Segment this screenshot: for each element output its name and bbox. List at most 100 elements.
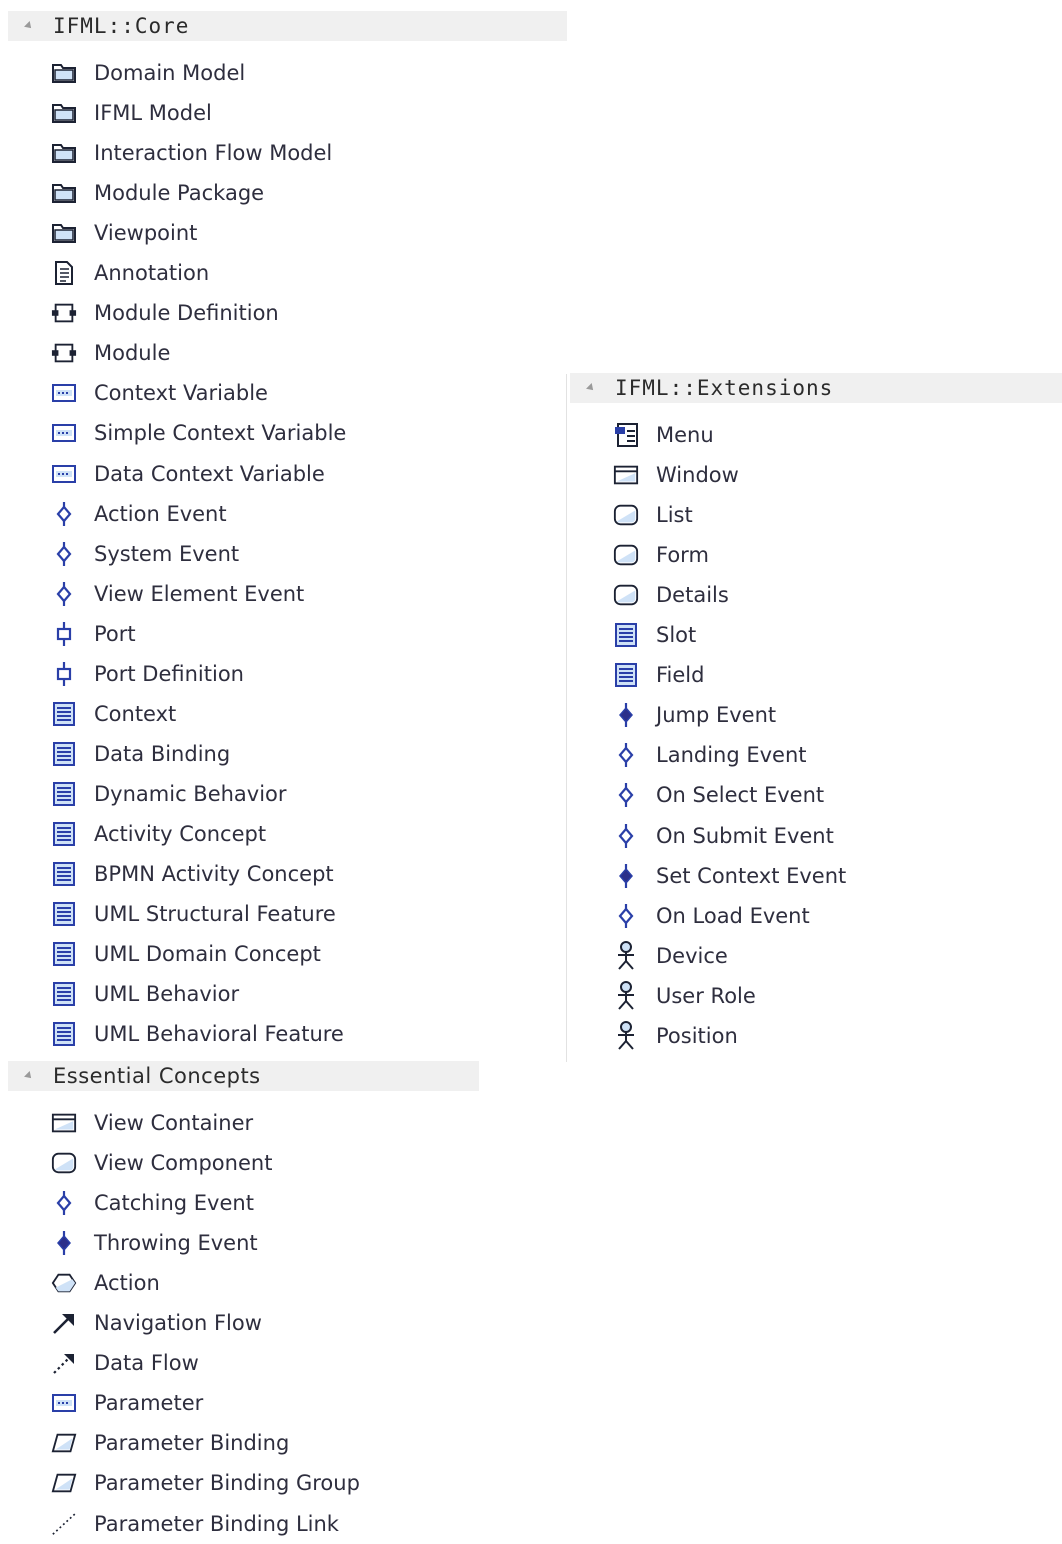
toolbox-item-label: Viewpoint bbox=[94, 221, 198, 246]
toolbox-item-module-definition[interactable]: Module Definition bbox=[0, 293, 279, 333]
toolbox-item-data-flow[interactable]: Data Flow bbox=[0, 1343, 199, 1383]
toolbox-item-list[interactable]: List bbox=[562, 495, 693, 535]
action-icon bbox=[51, 1270, 77, 1296]
component-icon bbox=[51, 300, 77, 326]
toolbox-item-label: Port Definition bbox=[94, 661, 244, 686]
toolbox-item-label: User Role bbox=[656, 983, 756, 1008]
toolbox-item-label: Port bbox=[94, 621, 136, 646]
window-icon bbox=[51, 1110, 77, 1136]
toolbox-item-label: IFML Model bbox=[94, 101, 212, 126]
toolbox-item-label: Module Definition bbox=[94, 301, 279, 326]
toolbox-item-context[interactable]: Context bbox=[0, 694, 176, 734]
toolbox-item-label: Parameter Binding Link bbox=[94, 1511, 339, 1536]
essential-group-title: Essential Concepts bbox=[53, 1064, 261, 1088]
toolbox-item-bpmn-activity-concept[interactable]: BPMN Activity Concept bbox=[0, 854, 334, 894]
binding-link-icon bbox=[51, 1511, 77, 1537]
toolbox-item-field[interactable]: Field bbox=[562, 655, 704, 695]
toolbox-item-label: Data Context Variable bbox=[94, 461, 325, 486]
toolbox-item-user-role[interactable]: User Role bbox=[562, 976, 756, 1016]
toolbox-item-label: Dynamic Behavior bbox=[94, 781, 287, 806]
toolbox-item-device[interactable]: Device bbox=[562, 936, 728, 976]
toolbox-item-details[interactable]: Details bbox=[562, 575, 729, 615]
toolbox-item-parameter-binding-link[interactable]: Parameter Binding Link bbox=[0, 1504, 339, 1544]
variable-icon bbox=[51, 420, 77, 446]
toolbox-item-ifml-model[interactable]: IFML Model bbox=[0, 93, 212, 133]
toolbox-item-data-binding[interactable]: Data Binding bbox=[0, 734, 230, 774]
toolbox-item-label: View Container bbox=[94, 1111, 254, 1135]
toolbox-item-window[interactable]: Window bbox=[562, 455, 739, 495]
toolbox-item-label: Data Binding bbox=[94, 741, 231, 766]
toolbox-item-module-package[interactable]: Module Package bbox=[0, 173, 264, 213]
toolbox-item-label: List bbox=[656, 503, 693, 528]
catching-event-icon bbox=[613, 823, 639, 849]
toolbox-item-throwing-event[interactable]: Throwing Event bbox=[0, 1223, 258, 1263]
extensions-group-header[interactable]: IFML::Extensions bbox=[570, 373, 1062, 403]
toolbox-item-label: Parameter Binding Group bbox=[94, 1471, 360, 1496]
toolbox-item-system-event[interactable]: System Event bbox=[0, 534, 239, 574]
toolbox-item-label: Catching Event bbox=[94, 1191, 254, 1216]
toolbox-item-navigation-flow[interactable]: Navigation Flow bbox=[0, 1303, 262, 1343]
toolbox-item-data-context-variable[interactable]: Data Context Variable bbox=[0, 454, 325, 494]
package-icon bbox=[51, 180, 77, 206]
toolbox-item-view-container[interactable]: View Container bbox=[0, 1103, 253, 1143]
toolbox-item-uml-behavioral-feature[interactable]: UML Behavioral Feature bbox=[0, 1014, 344, 1054]
toolbox-item-view-element-event[interactable]: View Element Event bbox=[0, 574, 304, 614]
collapse-triangle-icon[interactable] bbox=[586, 383, 596, 393]
toolbox-item-uml-behavior[interactable]: UML Behavior bbox=[0, 974, 239, 1014]
toolbox-item-label: Simple Context Variable bbox=[94, 421, 347, 446]
toolbox-item-annotation[interactable]: Annotation bbox=[0, 253, 209, 293]
toolbox-item-action-event[interactable]: Action Event bbox=[0, 494, 227, 534]
toolbox-item-position[interactable]: Position bbox=[562, 1016, 738, 1056]
toolbox-item-parameter-binding-group[interactable]: Parameter Binding Group bbox=[0, 1463, 360, 1503]
toolbox-item-uml-structural-feature[interactable]: UML Structural Feature bbox=[0, 894, 336, 934]
toolbox-item-label: Annotation bbox=[94, 261, 210, 286]
toolbox-item-label: Module Package bbox=[94, 181, 265, 206]
toolbox-item-activity-concept[interactable]: Activity Concept bbox=[0, 814, 266, 854]
toolbox-item-action[interactable]: Action bbox=[0, 1263, 160, 1303]
collapse-triangle-icon[interactable] bbox=[24, 1071, 34, 1081]
catching-event-icon bbox=[51, 581, 77, 607]
collapse-triangle-icon[interactable] bbox=[24, 21, 34, 31]
toolbox-item-simple-context-variable[interactable]: Simple Context Variable bbox=[0, 413, 346, 453]
toolbox-item-jump-event[interactable]: Jump Event bbox=[562, 695, 776, 735]
class-icon bbox=[613, 662, 639, 688]
toolbox-item-label: Field bbox=[656, 663, 705, 688]
toolbox-item-on-select-event[interactable]: On Select Event bbox=[562, 775, 824, 815]
toolbox-item-viewpoint[interactable]: Viewpoint bbox=[0, 213, 197, 253]
toolbox-item-parameter[interactable]: Parameter bbox=[0, 1383, 203, 1423]
toolbox-item-label: View Component bbox=[94, 1151, 273, 1176]
toolbox-item-view-component[interactable]: View Component bbox=[0, 1143, 272, 1183]
actor-icon bbox=[613, 940, 639, 970]
toolbox-item-port[interactable]: Port bbox=[0, 614, 136, 654]
toolbox-item-set-context-event[interactable]: Set Context Event bbox=[562, 856, 846, 896]
toolbox-item-on-submit-event[interactable]: On Submit Event bbox=[562, 816, 834, 856]
actor-icon bbox=[613, 1020, 639, 1050]
toolbox-item-landing-event[interactable]: Landing Event bbox=[562, 735, 807, 775]
toolbox-item-catching-event[interactable]: Catching Event bbox=[0, 1183, 254, 1223]
toolbox-item-uml-domain-concept[interactable]: UML Domain Concept bbox=[0, 934, 321, 974]
essential-group-header[interactable]: Essential Concepts bbox=[8, 1061, 479, 1091]
toolbox-item-parameter-binding[interactable]: Parameter Binding bbox=[0, 1423, 289, 1463]
note-icon bbox=[51, 260, 77, 286]
variable-icon bbox=[51, 1390, 77, 1416]
toolbox-item-dynamic-behavior[interactable]: Dynamic Behavior bbox=[0, 774, 287, 814]
toolbox-item-label: Jump Event bbox=[656, 703, 777, 728]
toolbox-item-form[interactable]: Form bbox=[562, 535, 709, 575]
parameter-binding-icon bbox=[51, 1470, 77, 1496]
catching-event-icon bbox=[51, 541, 77, 567]
view-component-icon bbox=[613, 502, 639, 528]
toolbox-item-menu[interactable]: Menu bbox=[562, 415, 714, 455]
class-icon bbox=[51, 821, 77, 847]
class-icon bbox=[51, 901, 77, 927]
variable-icon bbox=[51, 461, 77, 487]
toolbox-item-on-load-event[interactable]: On Load Event bbox=[562, 896, 810, 936]
toolbox-item-interaction-flow-model[interactable]: Interaction Flow Model bbox=[0, 133, 332, 173]
toolbox-item-module[interactable]: Module bbox=[0, 333, 170, 373]
toolbox-item-slot[interactable]: Slot bbox=[562, 615, 696, 655]
toolbox-item-port-definition[interactable]: Port Definition bbox=[0, 654, 244, 694]
core-group-header[interactable]: IFML::Core bbox=[8, 11, 567, 41]
component-icon bbox=[51, 340, 77, 366]
toolbox-item-label: Data Flow bbox=[94, 1351, 199, 1376]
toolbox-item-domain-model[interactable]: Domain Model bbox=[0, 53, 245, 93]
toolbox-item-context-variable[interactable]: Context Variable bbox=[0, 373, 268, 413]
